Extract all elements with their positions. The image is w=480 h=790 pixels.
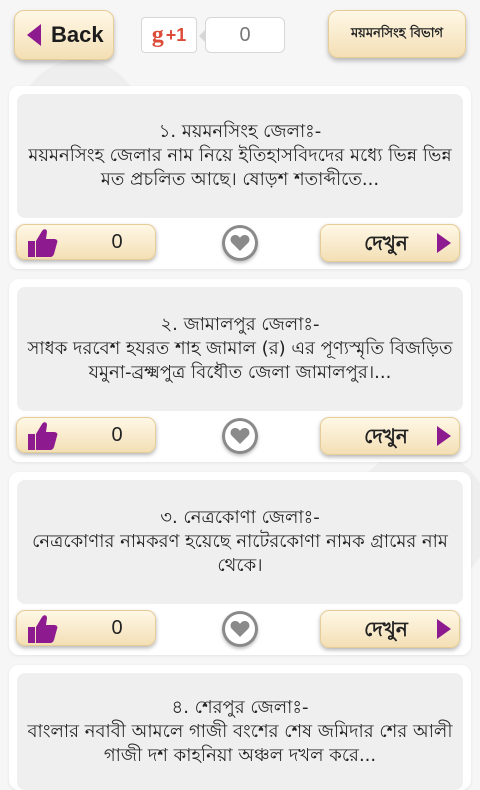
back-arrow-icon — [27, 24, 41, 46]
like-count: 0 — [111, 617, 123, 639]
district-card: ২. জামালপুর জেলাঃ- সাধক দরবেশ হযরত শাহ জ… — [9, 279, 471, 462]
heart-icon — [230, 235, 250, 251]
heart-icon — [230, 621, 250, 637]
card-title: ৩. নেত্রকোণা জেলাঃ- — [160, 507, 320, 528]
card-text-area[interactable]: ১. ময়মনসিংহ জেলাঃ- ময়মনসিংহ জেলার নাম … — [17, 94, 463, 218]
see-details-button[interactable]: দেখুন — [320, 224, 460, 262]
card-description: ময়মনসিংহ জেলার নাম নিয়ে ইতিহাসবিদদের ম… — [28, 145, 452, 190]
plus-one-label: +1 — [165, 24, 187, 45]
see-details-label: দেখুন — [364, 617, 408, 641]
card-text-area[interactable]: ৪. শেরপুর জেলাঃ- বাংলার নবাবী আমলে গাজী … — [17, 673, 463, 790]
like-button[interactable]: 0 — [16, 224, 156, 260]
google-plus-one-button[interactable]: g +1 — [141, 17, 197, 53]
back-label: Back — [51, 22, 104, 47]
card-description: সাধক দরবেশ হযরত শাহ জামাল (র) এর পূণ্যস্… — [27, 338, 453, 383]
see-details-label: দেখুন — [364, 424, 408, 448]
see-details-label: দেখুন — [364, 231, 408, 255]
google-plus-icon: g — [151, 21, 164, 48]
like-count: 0 — [111, 231, 123, 253]
district-card: ৩. নেত্রকোণা জেলাঃ- নেত্রকোণার নামকরণ হয… — [9, 472, 471, 655]
thumbs-up-icon — [28, 422, 58, 450]
district-card: ১. ময়মনসিংহ জেলাঃ- ময়মনসিংহ জেলার নাম … — [9, 86, 471, 269]
favorite-button[interactable] — [222, 225, 258, 261]
play-arrow-icon — [437, 233, 451, 253]
like-count: 0 — [111, 424, 123, 446]
thumbs-up-icon — [28, 229, 58, 257]
like-button[interactable]: 0 — [16, 610, 156, 646]
card-title: ১. ময়মনসিংহ জেলাঃ- — [158, 121, 322, 142]
see-details-button[interactable]: দেখুন — [320, 610, 460, 648]
card-description: নেত্রকোণার নামকরণ হয়েছে নাটেরকোণা নামক … — [32, 531, 448, 576]
card-title: ২. জামালপুর জেলাঃ- — [160, 314, 320, 335]
play-arrow-icon — [437, 619, 451, 639]
card-title: ৪. শেরপুর জেলাঃ- — [171, 696, 309, 718]
play-arrow-icon — [437, 426, 451, 446]
district-card: ৪. শেরপুর জেলাঃ- বাংলার নবাবী আমলে গাজী … — [9, 665, 471, 790]
thumbs-up-icon — [28, 615, 58, 643]
favorite-button[interactable] — [222, 611, 258, 647]
favorite-button[interactable] — [222, 418, 258, 454]
card-text-area[interactable]: ৩. নেত্রকোণা জেলাঃ- নেত্রকোণার নামকরণ হয… — [17, 480, 463, 604]
card-description: বাংলার নবাবী আমলে গাজী বংশের শেষ জমিদার … — [27, 720, 453, 766]
division-button[interactable]: ময়মনসিংহ বিভাগ — [328, 10, 466, 58]
see-details-button[interactable]: দেখুন — [320, 417, 460, 455]
heart-icon — [230, 428, 250, 444]
like-button[interactable]: 0 — [16, 417, 156, 453]
plus-one-count: 0 — [199, 17, 285, 53]
back-button[interactable]: Back — [14, 10, 114, 60]
card-text-area[interactable]: ২. জামালপুর জেলাঃ- সাধক দরবেশ হযরত শাহ জ… — [17, 287, 463, 411]
top-bar: Back g +1 0 ময়মনসিংহ বিভাগ — [0, 0, 480, 72]
